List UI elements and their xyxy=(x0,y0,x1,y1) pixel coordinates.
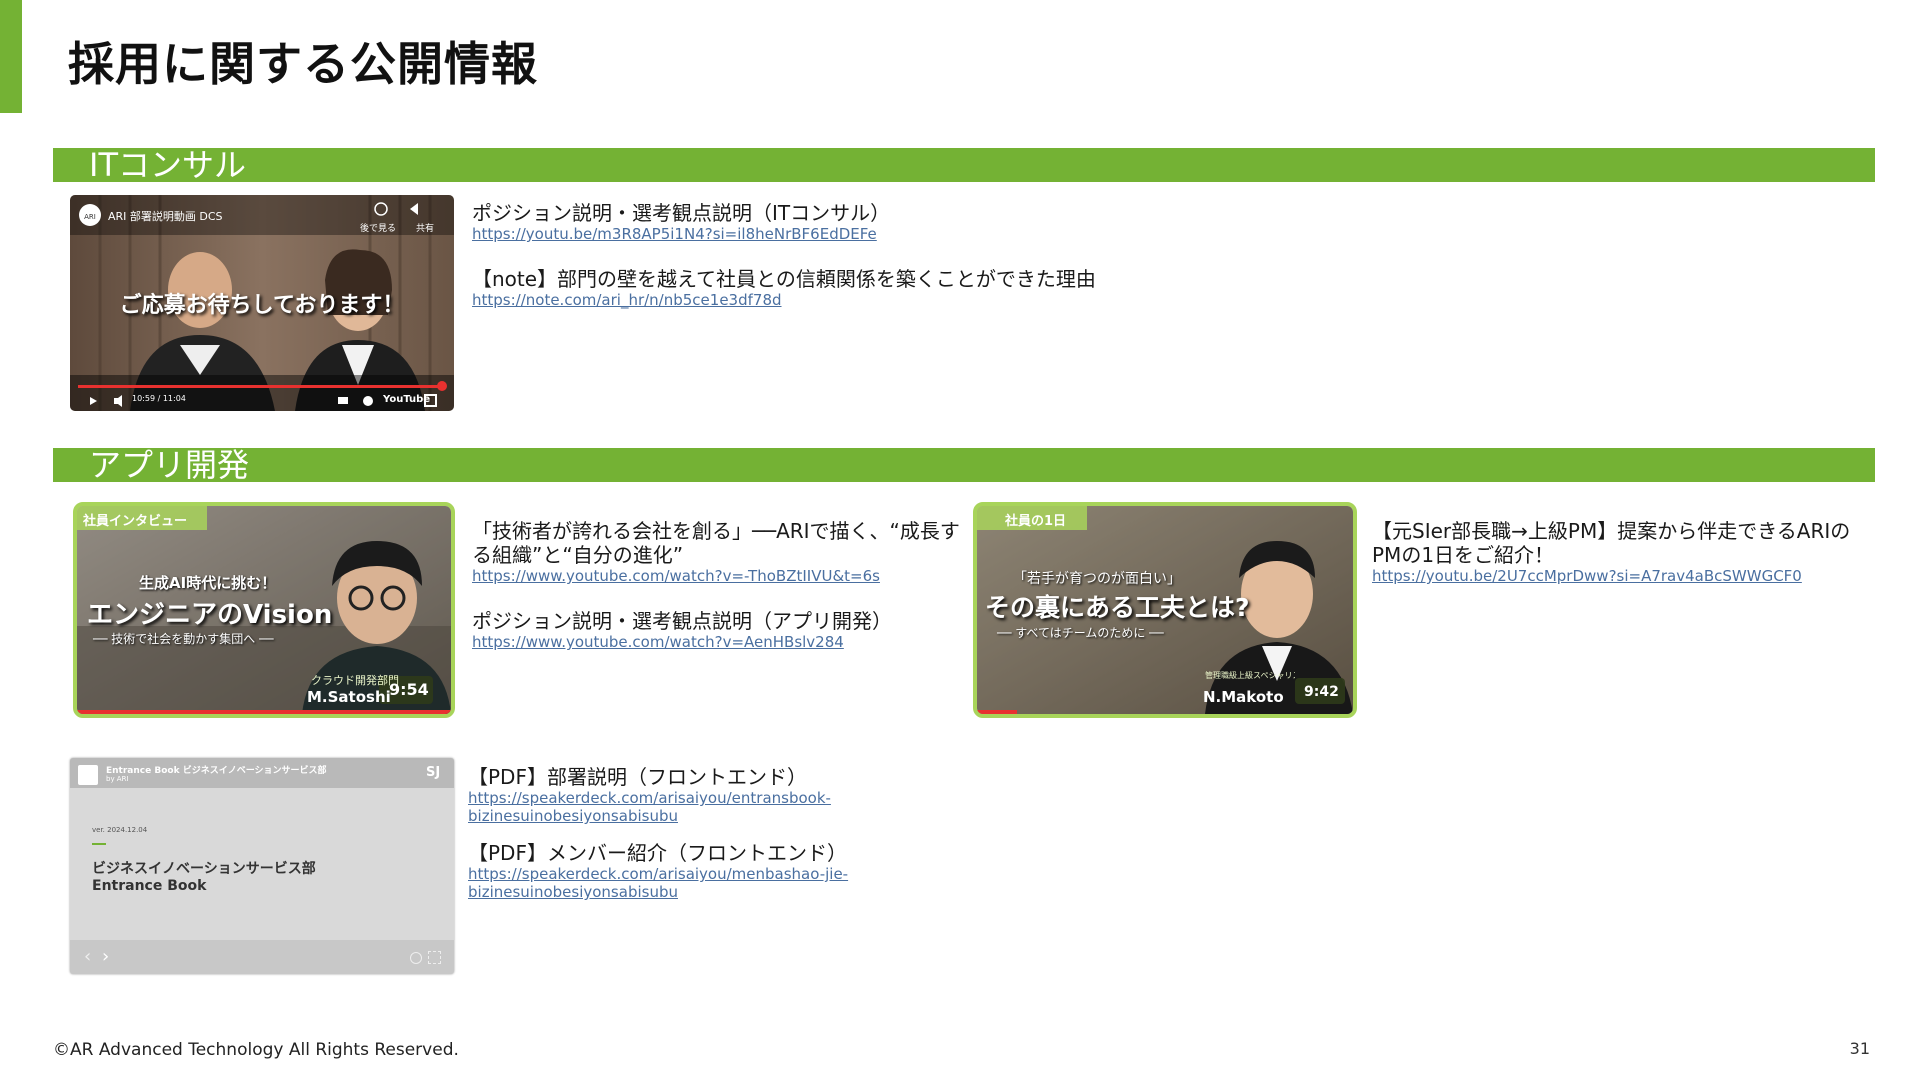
ari-logo-icon xyxy=(78,765,98,785)
link-url-position-it[interactable]: https://youtu.be/m3R8AP5i1N4?si=il8heNrB… xyxy=(472,225,1272,243)
section-label-it-consult: ITコンサル xyxy=(89,146,246,184)
pdf-title-1: ビジネスイノベーションサービス部 xyxy=(92,861,316,877)
pdf-header-title: Entrance Book ビジネスイノベーションサービス部 xyxy=(106,766,327,776)
link-url-vision[interactable]: https://www.youtube.com/watch?v=-ThoBZtI… xyxy=(472,567,972,585)
video-caption: ご応募お待ちしております！ xyxy=(119,293,405,318)
section-bar-it-consult: ITコンサル xyxy=(53,146,1875,184)
link-title-pdf-dept: 【PDF】部署説明（フロントエンド） xyxy=(468,765,807,789)
it-consult-links: ポジション説明・選考観点説明（ITコンサル） https://youtu.be/… xyxy=(472,201,1272,309)
youtube-logo-icon[interactable]: YouTube xyxy=(383,394,430,405)
video2-name: N.Makoto xyxy=(1203,688,1284,706)
link-title-pm-1: 【元SIer部長職→上級PM】提案から伴走できるARIの xyxy=(1372,519,1851,543)
link-title-note: 【note】部門の壁を越えて社員との信頼関係を築くことができた理由 xyxy=(472,267,1096,291)
app-dev-video1-thumbnail[interactable]: 社員インタビュー 生成AI時代に挑む！ エンジニアのVision ── 技術で社… xyxy=(73,502,455,718)
video2-duration: 9:42 xyxy=(1304,684,1339,700)
video2-role: 管理職級上級スペシャリスト シニアプロジェクトマネ... xyxy=(1205,671,1295,680)
video1-duration: 9:54 xyxy=(389,680,429,699)
link-title-position-app: ポジション説明・選考観点説明（アプリ開発） xyxy=(472,609,892,633)
speakerdeck-logo-icon: SJ xyxy=(426,765,441,780)
it-consult-video-thumbnail[interactable]: ARI ARI 部署説明動画 DCS 後で見る 共有 ご応募お待ちしております！… xyxy=(70,195,454,411)
video1-line1: 生成AI時代に挑む！ xyxy=(139,574,277,592)
video2-tag: 社員の1日 xyxy=(1005,514,1067,529)
video1-line2: エンジニアのVision xyxy=(87,600,333,630)
watch-later-label[interactable]: 後で見る xyxy=(360,221,396,234)
app-dev-links-col2: 【元SIer部長職→上級PM】提案から伴走できるARIの PMの1日をご紹介！ … xyxy=(1372,519,1872,585)
video1-line3: ── 技術で社会を動かす集団へ ── xyxy=(93,632,274,646)
link-title-pdf-member: 【PDF】メンバー紹介（フロントエンド） xyxy=(468,841,847,865)
link-title-vision-1: 「技術者が誇れる会社を創る」──ARIで描く、“成長す xyxy=(472,519,960,543)
copyright-footer: ©AR Advanced Technology All Rights Reser… xyxy=(53,1040,459,1060)
share-icon[interactable] xyxy=(410,952,422,964)
link-url-pdf-dept-1[interactable]: https://speakerdeck.com/arisaiyou/entran… xyxy=(468,789,1068,807)
next-page-icon[interactable]: › xyxy=(102,946,109,967)
video-channel-name: ARI 部署説明動画 DCS xyxy=(108,210,223,223)
link-title-pm-2: PMの1日をご紹介！ xyxy=(1372,543,1555,567)
pdf-nav-bar xyxy=(70,940,454,974)
link-url-pdf-member-1[interactable]: https://speakerdeck.com/arisaiyou/menbas… xyxy=(468,865,1068,883)
video1-tag: 社員インタビュー xyxy=(83,514,188,529)
app-dev-links-col1: 「技術者が誇れる会社を創る」──ARIで描く、“成長す る組織”と“自分の進化”… xyxy=(472,519,972,651)
video1-name: M.Satoshi xyxy=(307,688,391,706)
link-url-note[interactable]: https://note.com/ari_hr/n/nb5ce1e3df78d xyxy=(472,291,1272,309)
fullscreen-icon[interactable] xyxy=(428,951,441,964)
page-number: 31 xyxy=(1849,1039,1870,1058)
video2-line3: ── すべてはチームのために ── xyxy=(997,626,1164,640)
pdf-header-by: by ARI xyxy=(106,775,129,783)
video1-dept: クラウド開発部門 xyxy=(311,674,399,687)
link-url-position-app[interactable]: https://www.youtube.com/watch?v=AenHBslv… xyxy=(472,633,972,651)
pdf-version: ver. 2024.12.04 xyxy=(92,826,148,834)
link-url-pm[interactable]: https://youtu.be/2U7ccMprDww?si=A7rav4aB… xyxy=(1372,567,1872,585)
video-time: 10:59 / 11:04 xyxy=(132,394,186,403)
video2-line2: その裏にある工夫とは? xyxy=(985,593,1250,622)
section-bar-app-dev: アプリ開発 xyxy=(53,446,1875,484)
accent-bar xyxy=(0,0,22,113)
page-title: 採用に関する公開情報 xyxy=(68,37,538,91)
share-label[interactable]: 共有 xyxy=(416,221,434,234)
link-title-vision-2: る組織”と“自分の進化” xyxy=(472,543,684,567)
pdf-title-2: Entrance Book xyxy=(92,878,207,894)
section-label-app-dev: アプリ開発 xyxy=(89,446,250,484)
svg-text:ARI: ARI xyxy=(84,213,96,221)
link-title-position-it: ポジション説明・選考観点説明（ITコンサル） xyxy=(472,201,891,225)
link-url-pdf-dept-2[interactable]: bizinesuinobesiyonsabisubu xyxy=(468,807,1068,825)
prev-page-icon[interactable]: ‹ xyxy=(84,946,91,967)
app-dev-video2-thumbnail[interactable]: 社員の1日 「若手が育つのが面白い」 その裏にある工夫とは? ── すべてはチー… xyxy=(973,502,1357,718)
pdf-accent-line xyxy=(92,843,106,845)
video2-line1: 「若手が育つのが面白い」 xyxy=(1013,571,1181,587)
pdf-links: 【PDF】部署説明（フロントエンド） https://speakerdeck.c… xyxy=(468,765,1068,901)
link-url-pdf-member-2[interactable]: bizinesuinobesiyonsabisubu xyxy=(468,883,1068,901)
pdf-entrance-book-thumbnail[interactable]: Entrance Book ビジネスイノベーションサービス部 by ARI SJ… xyxy=(70,758,454,974)
